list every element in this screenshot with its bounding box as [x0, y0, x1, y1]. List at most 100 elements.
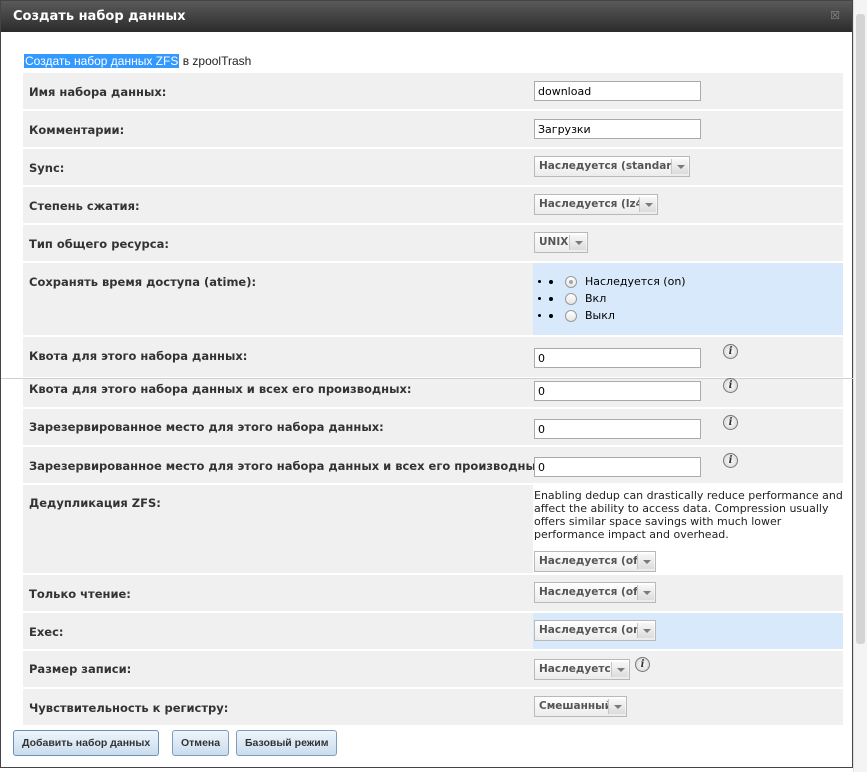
list-bullet	[549, 297, 553, 301]
dedup-warning-text: Enabling dedup can drastically reduce pe…	[534, 489, 843, 541]
dedup-select-value: Наследуется (off)	[539, 555, 647, 567]
share-type-select[interactable]: UNIX	[534, 232, 588, 253]
atime-radio-inherit[interactable]	[565, 276, 577, 288]
row-sync: Sync: Наследуется (standard)	[23, 149, 843, 185]
value-share-type: UNIX	[533, 225, 843, 261]
case-sensitivity-select[interactable]: Смешанный	[534, 696, 627, 717]
value-dataset-name	[533, 73, 843, 109]
atime-radio-off[interactable]	[565, 310, 577, 322]
label-dedup: Дедупликация ZFS:	[29, 496, 161, 510]
value-reserved: i	[533, 409, 843, 445]
value-comment	[533, 111, 843, 147]
chevron-down-icon[interactable]	[611, 662, 628, 677]
chevron-down-icon[interactable]	[569, 235, 586, 250]
close-icon[interactable]: ☒	[830, 9, 840, 22]
atime-radio-on[interactable]	[565, 293, 577, 305]
label-comment: Комментарии:	[29, 123, 125, 137]
label-readonly: Только чтение:	[29, 587, 131, 601]
row-comment: Комментарии:	[23, 111, 843, 147]
value-compression: Наследуется (lz4)	[533, 187, 843, 223]
label-share-type: Тип общего ресурса:	[29, 237, 169, 251]
label-sync: Sync:	[29, 161, 65, 175]
value-readonly: Наследуется (off)	[533, 575, 843, 611]
exec-select-value: Наследуется (on)	[539, 624, 646, 636]
list-bullet	[549, 280, 553, 284]
value-exec: Наследуется (on)	[533, 613, 843, 649]
row-recordsize: Размер записи: Наследуется i	[23, 651, 843, 687]
dataset-name-input[interactable]	[534, 81, 701, 101]
info-icon[interactable]: i	[723, 344, 738, 359]
cancel-button[interactable]: Отмена	[172, 730, 230, 756]
add-dataset-button[interactable]: Добавить набор данных	[13, 730, 160, 756]
label-quota-children: Квота для этого набора данных и всех его…	[29, 382, 412, 396]
readonly-select[interactable]: Наследуется (off)	[534, 582, 656, 603]
label-exec: Exec:	[29, 625, 64, 639]
value-sync: Наследуется (standard)	[533, 149, 843, 185]
atime-option-label: Вкл	[585, 292, 607, 305]
atime-option-label: Выкл	[585, 309, 615, 322]
recordsize-select-value: Наследуется	[539, 663, 618, 675]
chevron-down-icon[interactable]	[639, 197, 656, 212]
reserved-input[interactable]	[534, 419, 701, 439]
value-case-sensitivity: Смешанный	[533, 689, 843, 725]
chevron-down-icon[interactable]	[637, 554, 654, 569]
readonly-select-value: Наследуется (off)	[539, 586, 647, 598]
create-dataset-dialog: Создать набор данных ☒ Создать набор дан…	[0, 0, 854, 768]
atime-option-label: Наследуется (on)	[585, 275, 686, 288]
compression-select-value: Наследуется (lz4)	[539, 198, 648, 210]
chevron-down-icon[interactable]	[608, 699, 625, 714]
row-dedup: Дедупликация ZFS: Enabling dedup can dra…	[23, 485, 843, 573]
info-icon[interactable]: i	[723, 378, 738, 393]
dialog-title: Создать набор данных	[13, 9, 186, 24]
row-quota-children: Квота для этого набора данных и всех его…	[23, 378, 843, 407]
label-case-sensitivity: Чувствительность к регистру:	[29, 701, 229, 715]
row-reserved: Зарезервированное место для этого набора…	[23, 409, 843, 445]
value-atime: Наследуется (on) Вкл Выкл	[533, 263, 843, 335]
dialog-titlebar[interactable]: Создать набор данных ☒	[1, 1, 852, 32]
value-reserved-children: i	[533, 447, 843, 483]
compression-select[interactable]: Наследуется (lz4)	[534, 194, 658, 215]
label-atime: Сохранять время доступа (atime):	[29, 275, 257, 289]
vertical-scrollbar[interactable]	[853, 0, 867, 772]
quota-input[interactable]	[534, 348, 701, 368]
label-quota: Квота для этого набора данных:	[29, 349, 248, 363]
chevron-down-icon[interactable]	[671, 159, 688, 174]
label-reserved-children: Зарезервированное место для этого набора…	[29, 459, 548, 473]
value-quota: i	[533, 337, 843, 377]
row-share-type: Тип общего ресурса: UNIX	[23, 225, 843, 261]
comment-input[interactable]	[534, 119, 701, 139]
row-quota: Квота для этого набора данных: i	[23, 337, 843, 377]
row-reserved-children: Зарезервированное место для этого набора…	[23, 447, 843, 483]
sync-select[interactable]: Наследуется (standard)	[534, 156, 690, 177]
chevron-down-icon[interactable]	[637, 585, 654, 600]
recordsize-select[interactable]: Наследуется	[534, 659, 630, 680]
label-dataset-name: Имя набора данных:	[29, 85, 167, 99]
chevron-down-icon[interactable]	[637, 623, 654, 638]
dedup-select[interactable]: Наследуется (off)	[534, 551, 656, 572]
list-bullet	[549, 314, 553, 318]
exec-select[interactable]: Наследуется (on)	[534, 620, 656, 641]
quota-children-input[interactable]	[534, 381, 701, 401]
label-compression: Степень сжатия:	[29, 199, 140, 213]
row-exec: Exec: Наследуется (on)	[23, 613, 843, 649]
value-dedup: Enabling dedup can drastically reduce pe…	[533, 485, 843, 573]
share-type-select-value: UNIX	[539, 236, 569, 248]
info-icon[interactable]: i	[635, 657, 650, 672]
row-case-sensitivity: Чувствительность к регистру: Смешанный	[23, 689, 843, 725]
row-dataset-name: Имя набора данных:	[23, 73, 843, 109]
label-reserved: Зарезервированное место для этого набора…	[29, 420, 384, 434]
reserved-children-input[interactable]	[534, 457, 701, 477]
value-recordsize: Наследуется i	[533, 651, 843, 687]
case-sensitivity-select-value: Смешанный	[539, 700, 613, 712]
value-quota-children: i	[533, 378, 843, 407]
zfs-dataset-link[interactable]: Создать набор данных ZFS	[24, 54, 180, 68]
scrollbar-thumb[interactable]	[856, 14, 865, 644]
label-recordsize: Размер записи:	[29, 662, 132, 676]
info-icon[interactable]: i	[723, 453, 738, 468]
form-heading: Создать набор данных ZFS в zpoolTrash	[24, 54, 251, 68]
row-readonly: Только чтение: Наследуется (off)	[23, 575, 843, 611]
pool-suffix: в zpoolTrash	[179, 54, 252, 68]
info-icon[interactable]: i	[723, 415, 738, 430]
row-atime: Сохранять время доступа (atime): Наследу…	[23, 263, 843, 335]
basic-mode-button[interactable]: Базовый режим	[236, 730, 338, 756]
